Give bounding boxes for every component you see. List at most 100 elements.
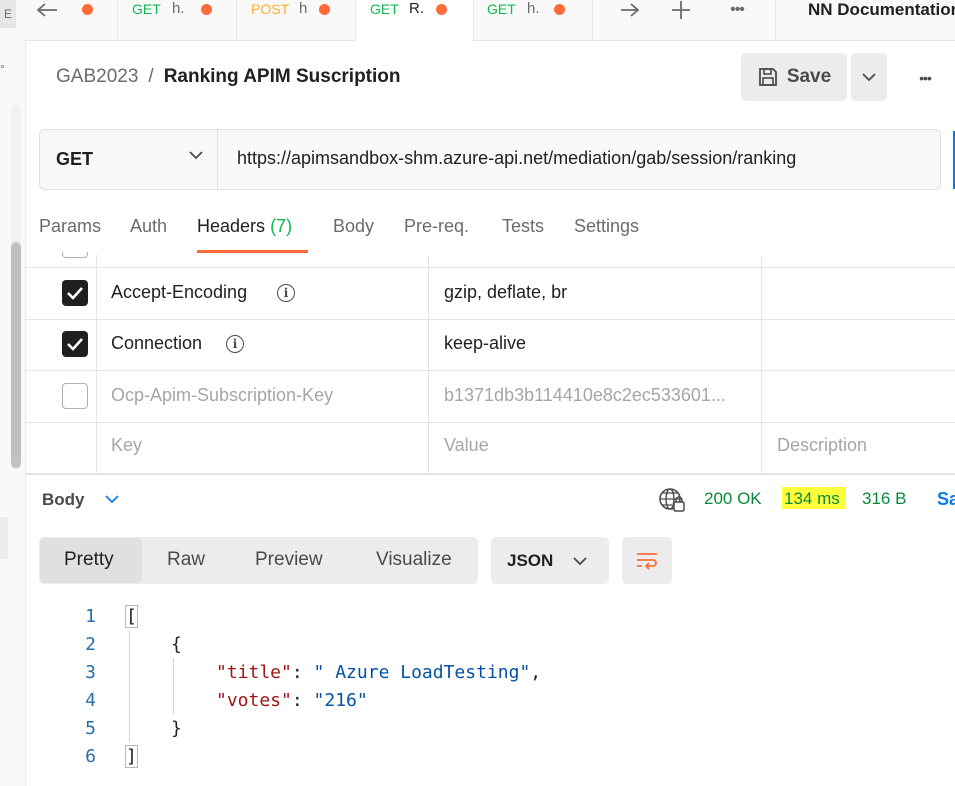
tabbar-divider <box>775 0 776 40</box>
line-number: 2 <box>85 634 96 655</box>
info-icon[interactable]: i <box>277 284 295 302</box>
new-tab-plus-icon[interactable] <box>666 0 696 20</box>
indent-guide <box>173 658 174 714</box>
wrap-lines-button[interactable] <box>622 537 672 584</box>
checkmark-icon <box>67 287 83 300</box>
response-time-highlight: 134 ms <box>782 487 846 509</box>
line-number: 1 <box>85 606 96 627</box>
checkmark-icon <box>67 338 83 351</box>
info-icon[interactable]: i <box>226 335 244 353</box>
json-bracket-open: [ <box>125 605 138 628</box>
sidebar-scrollbar-thumb[interactable] <box>11 242 21 468</box>
more-actions-button[interactable]: ••• <box>905 66 945 90</box>
header-value[interactable]: gzip, deflate, br <box>444 282 567 303</box>
tab-name: R. <box>409 0 424 17</box>
request-tab-2[interactable]: GET h. <box>118 0 237 40</box>
tab-headers-count: (7) <box>270 216 293 236</box>
format-value: JSON <box>507 550 554 570</box>
table-divider <box>25 267 955 268</box>
header-key[interactable]: Ocp-Apim-Subscription-Key <box>111 385 333 406</box>
save-response-button[interactable]: Sa <box>937 489 955 510</box>
header-enabled-checkbox[interactable] <box>62 383 88 409</box>
line-number: 5 <box>85 718 96 739</box>
tab-method: GET <box>487 1 516 17</box>
table-divider <box>25 319 955 320</box>
request-tab-1[interactable] <box>25 0 118 40</box>
method-select[interactable]: GET <box>40 130 218 189</box>
response-time[interactable]: 134 ms <box>784 489 846 509</box>
chevron-down-icon <box>189 151 203 160</box>
sidebar-selection-marker <box>0 517 8 559</box>
page-title[interactable]: Ranking APIM Suscription <box>164 66 401 88</box>
mode-pretty[interactable]: Pretty <box>64 549 114 571</box>
tab-prereq[interactable]: Pre-req. <box>404 216 469 237</box>
left-sidebar-glyph: ° <box>0 62 5 76</box>
save-label: Save <box>786 66 832 87</box>
tab-method: GET <box>132 1 161 17</box>
wrap-lines-icon <box>637 552 657 570</box>
json-brace-open: { <box>171 634 182 655</box>
request-tab-3[interactable]: POST h <box>237 0 356 40</box>
response-status[interactable]: 200 OK <box>704 489 762 509</box>
chevron-down-icon <box>573 557 587 566</box>
unsaved-dot-icon <box>554 4 565 15</box>
save-icon <box>757 66 779 88</box>
header-enabled-checkbox[interactable] <box>62 280 88 306</box>
json-colon: : <box>291 662 314 683</box>
response-body-toggle[interactable]: Body <box>42 490 85 510</box>
header-value[interactable]: keep-alive <box>444 333 526 354</box>
arrow-right-icon[interactable] <box>615 0 645 20</box>
header-enabled-checkbox[interactable] <box>62 331 88 357</box>
tab-auth[interactable]: Auth <box>130 216 167 237</box>
response-size[interactable]: 316 B <box>862 489 906 509</box>
json-key: "votes" <box>216 690 292 711</box>
url-input[interactable]: https://apimsandbox-shm.azure-api.net/me… <box>237 148 796 169</box>
active-tab-indicator <box>197 250 308 253</box>
tab-headers-label: Headers <box>197 216 266 236</box>
code-line-5[interactable]: } <box>171 718 182 739</box>
tab-name: h. <box>527 0 540 17</box>
table-divider <box>25 422 955 423</box>
table-col-divider <box>96 255 97 474</box>
unsaved-dot-icon <box>436 4 447 15</box>
mode-raw[interactable]: Raw <box>167 549 205 571</box>
pane-divider[interactable] <box>25 474 955 475</box>
tab-params[interactable]: Params <box>39 216 101 237</box>
json-colon: : <box>291 690 314 711</box>
response-body-label: Body <box>42 490 85 509</box>
tab-headers[interactable]: Headers (7) <box>197 216 292 237</box>
mode-preview[interactable]: Preview <box>255 549 323 571</box>
chevron-down-icon[interactable] <box>104 494 120 504</box>
new-header-key-input[interactable]: Key <box>111 435 142 456</box>
tab-settings[interactable]: Settings <box>574 216 639 237</box>
breadcrumb: GAB2023 / Ranking APIM Suscription <box>56 66 401 88</box>
tab-body[interactable]: Body <box>333 216 374 237</box>
globe-lock-icon[interactable] <box>658 487 686 518</box>
left-collapse-button[interactable]: E <box>0 0 16 28</box>
table-col-divider <box>428 255 429 474</box>
environment-selector[interactable]: NN Documentation <box>808 0 955 20</box>
code-line-6[interactable]: ] <box>125 745 138 768</box>
code-line-4[interactable]: "votes": "216" <box>216 690 368 711</box>
format-select[interactable]: JSON <box>491 537 609 584</box>
header-key[interactable]: Connection <box>111 333 202 354</box>
new-header-value-input[interactable]: Value <box>444 435 489 456</box>
mode-visualize[interactable]: Visualize <box>376 549 452 571</box>
code-line-3[interactable]: "title": " Azure LoadTesting", <box>216 662 541 683</box>
breadcrumb-collection[interactable]: GAB2023 <box>56 66 138 88</box>
tab-method: POST <box>251 1 290 17</box>
request-tab-5[interactable]: GET h. <box>474 0 593 40</box>
request-tab-active[interactable]: GET R. <box>356 0 474 41</box>
partial-checkbox[interactable] <box>62 252 88 258</box>
save-options-dropdown[interactable] <box>851 53 887 101</box>
code-line-2[interactable]: { <box>171 634 182 655</box>
code-line-1[interactable]: [ <box>125 605 138 628</box>
header-value[interactable]: b1371db3b114410e8c2ec533601... <box>444 385 726 406</box>
unsaved-dot-icon <box>201 4 212 15</box>
unsaved-dot-icon <box>319 4 330 15</box>
new-header-description-input[interactable]: Description <box>777 435 867 456</box>
header-key[interactable]: Accept-Encoding <box>111 282 247 303</box>
tab-tests[interactable]: Tests <box>502 216 544 237</box>
tabs-more-icon[interactable]: ••• <box>720 0 754 20</box>
save-button[interactable]: Save <box>741 53 847 101</box>
